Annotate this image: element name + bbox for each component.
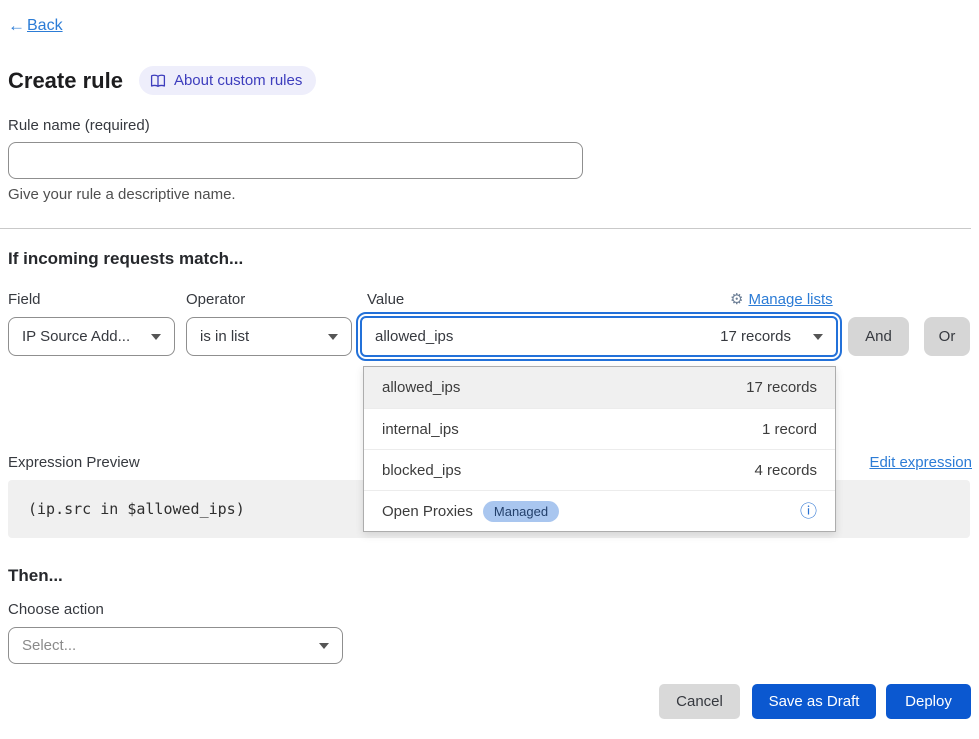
gear-icon: ⚙	[730, 290, 743, 308]
back-link-label: Back	[27, 17, 63, 35]
managed-badge: Managed	[483, 501, 559, 522]
section-divider	[0, 228, 971, 229]
cancel-button[interactable]: Cancel	[659, 684, 740, 719]
value-select-inner: allowed_ips 17 records	[360, 316, 838, 357]
list-item-meta: 1 record	[762, 421, 817, 438]
chevron-down-icon	[328, 334, 338, 340]
chevron-down-icon	[151, 334, 161, 340]
field-label: Field	[8, 291, 41, 308]
or-button[interactable]: Or	[924, 317, 970, 356]
operator-select[interactable]: is in list	[186, 317, 352, 356]
list-item-name: blocked_ips	[382, 462, 461, 479]
back-arrow-icon: ←	[8, 16, 25, 36]
field-select[interactable]: IP Source Add...	[8, 317, 175, 356]
rule-name-helper: Give your rule a descriptive name.	[8, 186, 236, 203]
then-section-heading: Then...	[8, 566, 63, 586]
manage-lists-label: Manage lists	[748, 291, 832, 308]
manage-lists-link[interactable]: ⚙ Manage lists	[730, 290, 836, 308]
info-icon[interactable]: ⓘ	[800, 503, 817, 520]
value-select-meta: 17 records	[720, 328, 791, 345]
value-select[interactable]: allowed_ips 17 records	[356, 312, 842, 361]
operator-select-value: is in list	[200, 328, 249, 345]
match-section-heading: If incoming requests match...	[8, 249, 243, 269]
choose-action-label: Choose action	[8, 601, 104, 618]
action-select-placeholder: Select...	[22, 637, 76, 654]
list-item-name: allowed_ips	[382, 379, 460, 396]
value-dropdown-panel: allowed_ips 17 records internal_ips 1 re…	[363, 366, 836, 532]
value-label: Value	[367, 291, 404, 308]
list-item-open-proxies[interactable]: Open Proxies Managed ⓘ	[364, 490, 835, 531]
and-button[interactable]: And	[848, 317, 909, 356]
rule-name-label: Rule name (required)	[8, 117, 150, 134]
book-icon	[150, 74, 166, 88]
list-item-name: Open Proxies	[382, 503, 473, 520]
value-select-selected: allowed_ips	[375, 328, 720, 345]
list-item-blocked-ips[interactable]: blocked_ips 4 records	[364, 449, 835, 490]
list-item-name: internal_ips	[382, 421, 459, 438]
expression-code: (ip.src in $allowed_ips)	[28, 500, 245, 518]
chevron-down-icon	[319, 643, 329, 649]
operator-label: Operator	[186, 291, 245, 308]
page-title: Create rule	[8, 68, 123, 94]
list-item-meta: 4 records	[754, 462, 817, 479]
create-rule-page: ←Back Create rule About custom rules Rul…	[0, 0, 979, 739]
about-badge-label: About custom rules	[174, 72, 302, 89]
field-select-value: IP Source Add...	[22, 328, 130, 345]
list-item-allowed-ips[interactable]: allowed_ips 17 records	[364, 367, 835, 408]
save-as-draft-button[interactable]: Save as Draft	[752, 684, 876, 719]
deploy-button[interactable]: Deploy	[886, 684, 971, 719]
title-row: Create rule About custom rules	[8, 66, 316, 95]
edit-expression-link[interactable]: Edit expression	[869, 454, 972, 471]
list-item-internal-ips[interactable]: internal_ips 1 record	[364, 408, 835, 449]
chevron-down-icon	[813, 334, 823, 340]
back-link[interactable]: ←Back	[8, 16, 63, 36]
action-select[interactable]: Select...	[8, 627, 343, 664]
about-custom-rules-badge[interactable]: About custom rules	[139, 66, 316, 95]
rule-name-input[interactable]	[8, 142, 583, 179]
list-item-meta: 17 records	[746, 379, 817, 396]
expression-preview-label: Expression Preview	[8, 454, 140, 471]
